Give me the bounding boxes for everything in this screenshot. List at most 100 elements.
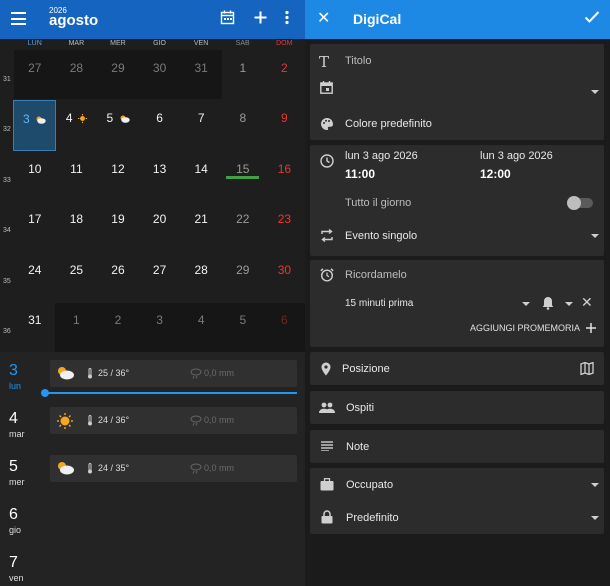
end-time[interactable]: 12:00 <box>480 167 511 181</box>
agenda-day[interactable]: 3 lun <box>9 362 21 391</box>
day-cell[interactable]: 30 <box>139 50 181 101</box>
alarm-icon <box>320 268 334 282</box>
calendar-dropdown-caret-icon[interactable] <box>591 90 599 94</box>
end-date[interactable]: lun 3 ago 2026 <box>480 150 553 162</box>
day-cell[interactable]: 9 <box>264 100 305 151</box>
day-cell-holiday[interactable]: 15 <box>222 151 264 202</box>
toggle-knob <box>567 196 581 210</box>
day-cell[interactable]: 28 <box>180 252 222 303</box>
palette-icon <box>321 118 334 130</box>
day-cell[interactable]: 28 <box>56 50 98 101</box>
day-cell[interactable]: 31 <box>14 302 56 353</box>
day-cell[interactable]: 11 <box>56 151 98 202</box>
day-cell[interactable]: 10 <box>14 151 56 202</box>
day-cell[interactable]: 22 <box>222 201 264 252</box>
day-cell[interactable]: 1 <box>222 50 264 101</box>
day-cell[interactable]: 29 <box>97 50 139 101</box>
day-cell[interactable]: 30 <box>264 252 305 303</box>
holiday-event-bar[interactable] <box>226 176 259 179</box>
weather-card[interactable]: 25 / 36° 0,0 mm <box>50 360 297 387</box>
repeat-dropdown-caret-icon[interactable] <box>591 234 599 238</box>
day-cell[interactable]: 29 <box>222 252 264 303</box>
day-cell[interactable]: 16 <box>264 151 305 202</box>
agenda-day[interactable]: 5 mer <box>9 458 25 487</box>
day-cell[interactable]: 4 <box>180 302 222 353</box>
weather-card[interactable]: 24 / 36° 0,0 mm <box>50 407 297 434</box>
day-number: 12 <box>111 162 125 176</box>
notes-input[interactable]: Note <box>346 441 369 453</box>
month-label[interactable]: agosto <box>49 12 98 29</box>
day-cell[interactable]: 13 <box>139 151 181 202</box>
more-vert-icon[interactable] <box>284 10 290 25</box>
reminder-time-caret-icon[interactable] <box>522 302 530 306</box>
day-cell[interactable]: 1 <box>56 302 98 353</box>
location-input[interactable]: Posizione <box>342 363 390 375</box>
day-number: 20 <box>152 212 167 226</box>
day-cell[interactable]: 20 <box>139 201 181 252</box>
plus-icon[interactable] <box>586 323 596 333</box>
day-number: 28 <box>69 61 84 75</box>
remove-reminder-icon[interactable]: ✕ <box>581 294 593 311</box>
guests-input[interactable]: Ospiti <box>346 402 374 414</box>
availability-selector[interactable]: Occupato <box>346 479 393 491</box>
reminder-type-caret-icon[interactable] <box>565 302 573 306</box>
privacy-selector[interactable]: Predefinito <box>346 512 399 524</box>
day-cell[interactable]: 27 <box>14 50 56 101</box>
rain-icon <box>190 368 202 379</box>
day-cell[interactable]: 25 <box>56 252 98 303</box>
day-cell[interactable]: 19 <box>97 201 139 252</box>
day-cell[interactable]: 31 <box>180 50 222 101</box>
bell-icon[interactable] <box>542 296 554 310</box>
check-icon[interactable] <box>584 10 600 24</box>
all-day-toggle[interactable] <box>567 196 593 210</box>
day-number: 3 <box>156 313 163 327</box>
day-cell[interactable]: 4 <box>56 100 98 151</box>
day-cell[interactable]: 3 <box>139 302 181 353</box>
day-cell[interactable]: 8 <box>222 100 264 151</box>
add-reminder-button[interactable]: AGGIUNGI PROMEMORIA <box>470 323 580 333</box>
weather-card[interactable]: 24 / 35° 0,0 mm <box>50 455 297 482</box>
day-cell[interactable]: 12 <box>97 151 139 202</box>
calendar-icon <box>320 81 333 94</box>
add-icon[interactable] <box>253 10 268 25</box>
day-cell[interactable]: 24 <box>14 252 56 303</box>
map-icon[interactable] <box>580 362 594 375</box>
reminder-value[interactable]: 15 minuti prima <box>345 298 413 309</box>
day-cell[interactable]: 5 <box>97 100 139 151</box>
thermometer-icon <box>88 463 92 474</box>
day-number: 29 <box>236 263 250 277</box>
day-cell[interactable]: 5 <box>222 302 264 353</box>
calendar-today-icon[interactable] <box>220 10 235 25</box>
day-cell[interactable]: 23 <box>264 201 305 252</box>
day-cell[interactable]: 18 <box>56 201 98 252</box>
people-icon <box>319 402 335 413</box>
day-cell-today[interactable]: 3 <box>13 100 56 151</box>
day-cell[interactable]: 27 <box>139 252 181 303</box>
close-icon[interactable]: ✕ <box>317 9 330 29</box>
rain-icon <box>190 415 202 426</box>
privacy-caret-icon[interactable] <box>591 516 599 520</box>
color-selector[interactable]: Colore predefinito <box>345 118 432 130</box>
week-row: 32 3 4 5 6 7 8 9 <box>0 100 305 151</box>
thermometer-icon <box>88 415 92 426</box>
day-cell[interactable]: 2 <box>264 50 305 101</box>
start-date[interactable]: lun 3 ago 2026 <box>345 150 418 162</box>
availability-caret-icon[interactable] <box>591 483 599 487</box>
day-cell[interactable]: 7 <box>180 100 222 151</box>
day-cell[interactable]: 2 <box>97 302 139 353</box>
day-cell[interactable]: 17 <box>14 201 56 252</box>
day-cell[interactable]: 14 <box>180 151 222 202</box>
repeat-selector[interactable]: Evento singolo <box>345 230 417 242</box>
agenda-day[interactable]: 4 mar <box>9 410 25 439</box>
menu-icon[interactable] <box>11 12 26 25</box>
partly-cloudy-icon <box>58 367 74 380</box>
agenda-day[interactable]: 6 gio <box>9 506 21 535</box>
day-cell[interactable]: 6 <box>139 100 181 151</box>
calendar-toolbar: 2026 agosto <box>0 0 305 39</box>
day-cell[interactable]: 26 <box>97 252 139 303</box>
title-input[interactable]: Titolo <box>345 55 372 67</box>
start-time[interactable]: 11:00 <box>345 167 375 181</box>
day-cell[interactable]: 21 <box>180 201 222 252</box>
agenda-day[interactable]: 7 ven <box>9 554 24 583</box>
day-cell[interactable]: 6 <box>264 302 305 353</box>
